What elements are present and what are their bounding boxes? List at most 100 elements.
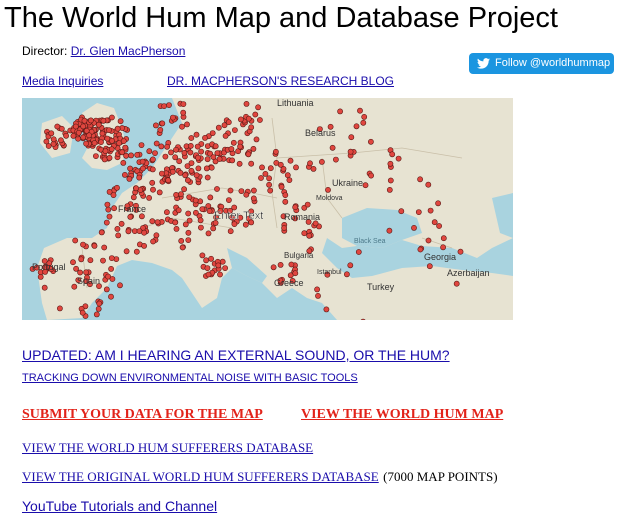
map-marker[interactable] [168,149,174,156]
map-marker[interactable] [256,117,263,123]
tracking-noise-link[interactable]: TRACKING DOWN ENVIRONMENTAL NOISE WITH B… [22,372,358,384]
map-marker[interactable] [95,121,102,128]
map-marker[interactable] [415,209,422,215]
map-marker[interactable] [389,151,396,158]
map-marker[interactable] [80,241,86,248]
map-marker[interactable] [215,262,222,269]
map-marker[interactable] [314,286,320,293]
map-marker[interactable] [230,139,237,146]
map-marker[interactable] [181,186,187,193]
map-marker[interactable] [111,205,117,212]
map-marker[interactable] [105,273,111,280]
map-marker[interactable] [205,203,212,209]
map-marker[interactable] [182,221,189,228]
map-marker[interactable] [431,219,438,226]
map-marker[interactable] [214,150,221,156]
map-marker[interactable] [162,153,169,160]
map-marker[interactable] [149,218,156,225]
map-marker[interactable] [120,138,127,144]
map-marker[interactable] [284,172,291,179]
map-marker[interactable] [231,221,238,227]
map-marker[interactable] [156,189,163,196]
director-link[interactable]: Dr. Glen MacPherson [71,44,186,58]
map-marker[interactable] [83,140,89,147]
map-marker[interactable] [425,181,432,188]
map-marker[interactable] [133,185,139,192]
research-blog-link[interactable]: DR. MACPHERSON'S RESEARCH BLOG [167,74,394,88]
map-marker[interactable] [417,176,423,183]
map-marker[interactable] [70,259,76,266]
map-marker[interactable] [43,138,50,145]
map-marker[interactable] [187,149,194,156]
map-marker[interactable] [163,209,170,216]
map-marker[interactable] [198,148,204,155]
map-marker[interactable] [426,263,433,270]
map-marker[interactable] [146,195,152,201]
map-marker[interactable] [227,228,234,235]
map-marker[interactable] [212,143,219,150]
map-marker[interactable] [175,207,182,214]
map-marker[interactable] [210,225,217,232]
map-marker[interactable] [360,119,367,126]
map-marker[interactable] [117,282,123,289]
map-marker[interactable] [172,154,179,161]
map-marker[interactable] [180,101,187,107]
map-marker[interactable] [164,143,170,150]
map-marker[interactable] [98,229,105,236]
map-marker[interactable] [293,164,299,171]
map-marker[interactable] [178,191,184,197]
map-marker[interactable] [368,172,374,179]
map-marker[interactable] [411,224,417,231]
map-marker[interactable] [204,265,211,271]
map-marker[interactable] [457,248,464,255]
map-marker[interactable] [288,261,295,268]
map-marker[interactable] [123,152,129,159]
map-marker[interactable] [278,184,285,190]
map-marker[interactable] [152,150,158,156]
map-marker[interactable] [173,225,180,232]
map-marker[interactable] [310,166,317,172]
map-marker[interactable] [104,201,111,208]
map-marker[interactable] [188,167,195,174]
map-marker[interactable] [202,135,208,141]
map-marker[interactable] [347,262,354,269]
map-marker[interactable] [180,109,187,116]
view-original-db-link[interactable]: VIEW THE ORIGINAL WORLD HUM SUFFERERS DA… [22,469,379,484]
map-marker[interactable] [417,246,424,253]
map-marker[interactable] [216,156,223,162]
map-marker[interactable] [427,207,434,214]
map-marker[interactable] [425,237,432,244]
map-marker[interactable] [231,127,238,133]
map-marker[interactable] [440,235,447,242]
map-marker[interactable] [435,200,441,207]
map-marker[interactable] [188,135,195,141]
map-marker[interactable] [255,104,261,111]
map-marker[interactable] [262,171,269,177]
map-marker[interactable] [185,237,192,243]
map-marker[interactable] [387,177,394,184]
map-marker[interactable] [215,124,222,131]
map-marker[interactable] [120,160,127,166]
map-marker[interactable] [361,113,368,120]
map-marker[interactable] [109,138,115,144]
map-marker[interactable] [219,258,226,265]
submit-data-link[interactable]: SUBMIT YOUR DATA FOR THE MAP [22,407,263,423]
map-marker[interactable] [153,140,160,147]
map-marker[interactable] [122,172,128,178]
map-marker[interactable] [115,232,122,239]
map-marker[interactable] [267,187,274,194]
map-marker[interactable] [229,157,236,164]
map-marker[interactable] [329,144,336,151]
map-marker[interactable] [259,164,265,171]
map-marker[interactable] [157,126,164,133]
map-marker[interactable] [165,177,171,184]
map-marker[interactable] [78,256,85,263]
map-marker[interactable] [133,248,140,255]
map-marker[interactable] [184,121,190,128]
map-marker[interactable] [436,223,442,229]
map-marker[interactable] [126,176,133,182]
map-marker[interactable] [286,177,293,183]
map-marker[interactable] [236,160,243,167]
map-marker[interactable] [304,201,311,208]
map-marker[interactable] [102,148,109,154]
